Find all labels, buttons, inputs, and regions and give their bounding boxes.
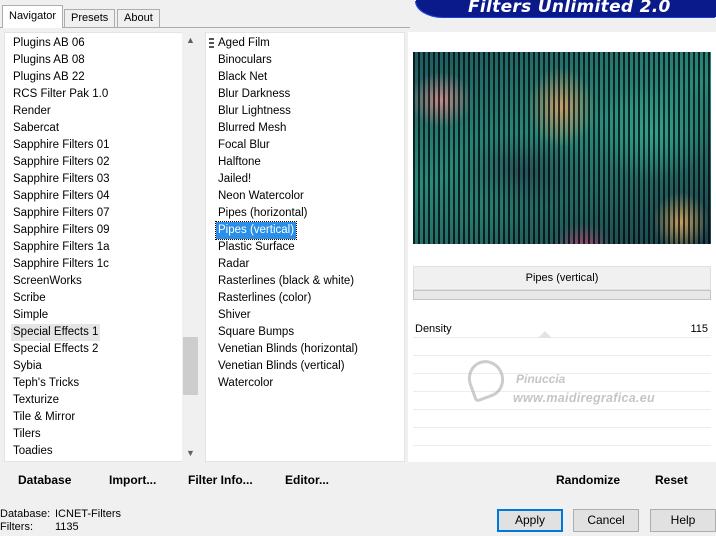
category-item[interactable]: Plugins AB 08: [11, 52, 87, 69]
param-row-density[interactable]: Density 115: [413, 321, 711, 338]
category-item[interactable]: Plugins AB 22: [11, 69, 87, 86]
randomize-button[interactable]: Randomize: [556, 473, 620, 487]
category-item[interactable]: Sapphire Filters 04: [11, 188, 112, 205]
filter-item[interactable]: Radar: [216, 256, 251, 273]
category-item[interactable]: Sapphire Filters 03: [11, 171, 112, 188]
category-scrollbar[interactable]: ▲ ▼: [182, 32, 199, 462]
category-item[interactable]: Special Effects 2: [11, 341, 100, 358]
filter-item[interactable]: Blur Darkness: [216, 86, 292, 103]
filter-item[interactable]: Shiver: [216, 307, 253, 324]
grip-icon: [209, 38, 214, 49]
category-item[interactable]: Toadies: [11, 443, 55, 460]
filters-label: Filters:: [0, 521, 33, 533]
filters-count: 1135: [55, 521, 79, 533]
category-item[interactable]: Sybia: [11, 358, 44, 375]
database-value: ICNET-Filters: [55, 508, 121, 520]
filter-item[interactable]: Plastic Surface: [216, 239, 297, 256]
category-item[interactable]: Teph's Tricks: [11, 375, 81, 392]
import-button[interactable]: Import...: [109, 473, 156, 487]
param-label: Density: [415, 323, 452, 335]
database-label: Database:: [0, 508, 51, 520]
category-item[interactable]: Texturize: [11, 392, 61, 409]
filter-item[interactable]: Pipes (horizontal): [216, 205, 309, 222]
category-item[interactable]: Render: [11, 103, 53, 120]
filter-item[interactable]: Square Bumps: [216, 324, 296, 341]
filter-item[interactable]: Aged Film: [216, 35, 272, 52]
category-item[interactable]: Plugins AB 06: [11, 35, 87, 52]
filter-item[interactable]: Binoculars: [216, 52, 274, 69]
filter-item[interactable]: Neon Watercolor: [216, 188, 306, 205]
category-list[interactable]: Plugins AB 06 Plugins AB 08 Plugins AB 22 R…: [4, 32, 199, 462]
filter-item[interactable]: Venetian Blinds (horizontal): [216, 341, 360, 358]
param-row-empty: [413, 429, 711, 446]
scroll-down-icon[interactable]: ▼: [182, 445, 199, 462]
category-item[interactable]: Tile & Mirror: [11, 409, 77, 426]
param-row-empty: [413, 411, 711, 428]
category-item[interactable]: Sapphire Filters 07: [11, 205, 112, 222]
filter-item[interactable]: Blur Lightness: [216, 103, 293, 120]
preview-button-bar: Randomize Reset: [411, 467, 716, 491]
filter-info-button[interactable]: Filter Info...: [188, 473, 253, 487]
filter-item[interactable]: Halftone: [216, 154, 263, 171]
scroll-up-icon[interactable]: ▲: [182, 32, 199, 49]
category-item[interactable]: Scribe: [11, 290, 48, 307]
watermark-logo-icon: [462, 354, 510, 404]
watermark: Pinuccia www.maidiregrafica.eu: [462, 354, 678, 413]
category-item[interactable]: Sapphire Filters 01: [11, 137, 112, 154]
filter-progress-bar: [413, 290, 711, 300]
editor-button[interactable]: Editor...: [285, 473, 329, 487]
title-banner: Filters Unlimited 2.0: [416, 0, 716, 17]
category-item[interactable]: RCS Filter Pak 1.0: [11, 86, 110, 103]
tab-presets[interactable]: Presets: [64, 9, 116, 27]
filter-item[interactable]: Rasterlines (black & white): [216, 273, 356, 290]
filter-item[interactable]: Venetian Blinds (vertical): [216, 358, 347, 375]
tab-strip: Navigator Presets About: [0, 0, 410, 28]
filter-item[interactable]: Rasterlines (color): [216, 290, 313, 307]
category-item[interactable]: ScreenWorks: [11, 273, 84, 290]
selected-filter-name: Pipes (vertical): [413, 266, 711, 290]
tab-about[interactable]: About: [117, 9, 160, 27]
filter-item[interactable]: Black Net: [216, 69, 269, 86]
app-title: Filters Unlimited 2.0: [468, 0, 671, 17]
watermark-name: Pinuccia: [516, 372, 566, 386]
category-item[interactable]: Tilers: [11, 426, 43, 443]
filter-item[interactable]: Watercolor: [216, 375, 275, 392]
filter-item[interactable]: Jailed!: [216, 171, 253, 188]
navigator-button-bar: Database Import... Filter Info... Editor…: [4, 467, 405, 491]
category-item[interactable]: Sapphire Filters 1a: [11, 239, 112, 256]
cancel-button[interactable]: Cancel: [573, 509, 639, 532]
slider-thumb[interactable]: [538, 331, 552, 338]
filter-item[interactable]: Focal Blur: [216, 137, 272, 154]
preview-image: [413, 52, 711, 244]
category-item[interactable]: Sabercat: [11, 120, 61, 137]
category-item[interactable]: Sapphire Filters 1c: [11, 256, 111, 273]
watermark-site: www.maidiregrafica.eu: [513, 391, 655, 405]
apply-button[interactable]: Apply: [497, 509, 563, 532]
status-area: Database: ICNET-Filters Filters: 1135: [0, 508, 121, 534]
category-item[interactable]: Sapphire Filters 09: [11, 222, 112, 239]
scroll-thumb[interactable]: [183, 337, 198, 395]
category-item[interactable]: Simple: [11, 307, 50, 324]
param-row-empty: [413, 339, 711, 356]
tab-navigator[interactable]: Navigator: [2, 5, 64, 28]
reset-button[interactable]: Reset: [655, 473, 688, 487]
filter-item[interactable]: Pipes (vertical): [214, 221, 298, 240]
category-item[interactable]: Sapphire Filters 02: [11, 154, 112, 171]
filter-item[interactable]: Blurred Mesh: [216, 120, 288, 137]
param-value: 115: [690, 323, 708, 335]
database-button[interactable]: Database: [18, 473, 71, 487]
help-button[interactable]: Help: [650, 509, 716, 532]
category-item[interactable]: Special Effects 1: [11, 324, 101, 341]
filter-list[interactable]: Aged Film Binoculars Black Net Blur Darknes…: [205, 32, 405, 462]
